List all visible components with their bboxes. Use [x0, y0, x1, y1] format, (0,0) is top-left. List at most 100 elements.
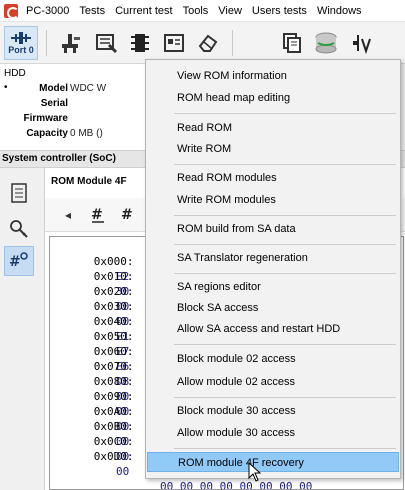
port-label: Port 0	[8, 45, 34, 55]
power-button[interactable]	[56, 28, 84, 58]
menu-block-sa-access[interactable]: Block SA access	[146, 298, 400, 318]
capacity-label: Capacity	[26, 128, 68, 139]
mouse-pointer-icon	[248, 462, 262, 482]
hex-row: 0x040: E1	[54, 299, 134, 343]
menu-sa-regions-editor[interactable]: SA regions editor	[146, 277, 400, 297]
menu-separator	[174, 215, 396, 216]
copy-button[interactable]	[278, 28, 306, 58]
menu-windows[interactable]: Windows	[312, 0, 367, 22]
modules-icon: #	[9, 252, 28, 270]
soc-label: System controller (SoC)	[2, 153, 116, 164]
menu-current-test[interactable]: Current test	[110, 0, 177, 22]
menu-pc3000[interactable]: PC-3000	[21, 0, 74, 22]
toolbar-separator	[46, 30, 47, 56]
hex-bytes-tail[interactable]: 00 00 00 00 00 00 00 00	[160, 479, 312, 489]
hex-row: 0x0A0: 00	[54, 389, 134, 433]
port-button[interactable]: Port 0	[4, 26, 38, 60]
menu-separator	[174, 273, 396, 274]
rom-list-icon	[11, 183, 27, 203]
hex-row: 0x0B0: 00	[54, 404, 134, 448]
hex-address: 0x0D0:	[93, 450, 134, 463]
rom-module-title: ROM Module 4F	[51, 176, 127, 187]
eraser-button[interactable]	[194, 28, 222, 58]
power-plug-icon	[62, 34, 80, 53]
chip-button[interactable]	[126, 28, 154, 58]
menu-separator	[174, 164, 396, 165]
hex-byte[interactable]: 00	[116, 464, 129, 479]
menu-allow-sa-access-restart[interactable]: Allow SA access and restart HDD	[146, 319, 400, 339]
toolbar-separator	[232, 30, 233, 56]
model-label: Model	[39, 83, 68, 94]
menu-users-tests[interactable]: Users tests	[247, 0, 312, 22]
eraser-icon	[198, 34, 218, 52]
menu-view[interactable]: View	[213, 0, 247, 22]
menu-sa-translator-regeneration[interactable]: SA Translator regeneration	[146, 248, 400, 268]
search-button[interactable]	[4, 214, 34, 244]
menu-separator	[174, 344, 396, 345]
model-value: WDC W	[70, 83, 107, 94]
logic-icon	[353, 35, 371, 55]
port-icon	[11, 32, 31, 44]
hex-row: 0x0C0: 00	[54, 419, 134, 463]
hdd-title: HDD	[4, 68, 26, 79]
menu-block-module-02[interactable]: Block module 02 access	[146, 349, 400, 369]
disk-tool-icon	[96, 34, 118, 54]
hash-module-icon[interactable]: #	[87, 204, 109, 226]
hash-icon: #	[91, 207, 104, 223]
hex-row: 0x070: D8	[54, 344, 134, 388]
left-sidebar: #	[0, 168, 44, 490]
menu-read-rom-modules[interactable]: Read ROM modules	[146, 168, 400, 188]
terminal-button[interactable]	[160, 28, 188, 58]
svg-text:#: #	[91, 207, 103, 223]
firmware-label: Firmware	[23, 113, 68, 124]
serial-label: Serial	[40, 98, 68, 109]
menu-allow-module-02[interactable]: Allow module 02 access	[146, 372, 400, 392]
capacity-value: 0 MB ()	[70, 128, 103, 139]
hex-row: 0x000: E2	[54, 239, 134, 283]
chip-icon	[131, 34, 149, 52]
hex-row: 0x030: 00	[54, 284, 134, 328]
menu-write-rom[interactable]: Write ROM	[146, 139, 400, 159]
menu-separator	[174, 113, 396, 114]
hex-row: 0x060: E6	[54, 329, 134, 373]
svg-text:#: #	[121, 207, 133, 223]
app-logo-icon	[4, 3, 19, 19]
menu-view-rom-information[interactable]: View ROM information	[146, 66, 400, 86]
hex-row: 0x010: 30	[54, 254, 134, 298]
menu-rom-module-4f-recovery[interactable]: ROM module 4F recovery	[147, 452, 399, 472]
menu-write-rom-modules[interactable]: Write ROM modules	[146, 190, 400, 210]
hex-row: 0x080: 00	[54, 359, 134, 403]
menu-allow-module-30[interactable]: Allow module 30 access	[146, 423, 400, 443]
rom-view-button[interactable]	[4, 178, 34, 208]
logic-button[interactable]	[348, 28, 376, 58]
menu-separator	[174, 244, 396, 245]
menu-separator	[174, 448, 396, 449]
menu-tools[interactable]: Tools	[178, 0, 214, 22]
hex-row: 0x090: 00	[54, 374, 134, 418]
toolbar: Port 0	[0, 22, 405, 64]
hdd-expand-marker[interactable]: •	[4, 82, 8, 93]
copy-icon	[283, 33, 301, 53]
hex-row: 0x020: 00	[54, 269, 134, 313]
context-menu: View ROM information ROM head map editin…	[145, 59, 401, 479]
terminal-icon	[164, 34, 184, 52]
hash-module-2-icon[interactable]: #	[117, 204, 139, 226]
menu-bar: PC-3000 Tests Current test Tools View Us…	[0, 0, 405, 22]
disk-settings-button[interactable]	[92, 28, 120, 58]
prev-arrow-icon[interactable]: ◂	[57, 204, 79, 226]
search-key-icon	[10, 220, 28, 238]
svg-text:#: #	[9, 254, 21, 270]
menu-separator	[174, 397, 396, 398]
hdd-info-panel: HDD • Model WDC W Serial Firmware Capaci…	[0, 64, 160, 150]
hash-icon: #	[121, 207, 133, 223]
menu-rom-head-map-editing[interactable]: ROM head map editing	[146, 88, 400, 108]
menu-block-module-30[interactable]: Block module 30 access	[146, 401, 400, 421]
menu-rom-build-from-sa-data[interactable]: ROM build from SA data	[146, 219, 400, 239]
menu-tests[interactable]: Tests	[74, 0, 110, 22]
database-button[interactable]	[312, 28, 340, 58]
modules-button[interactable]: #	[4, 246, 34, 276]
hex-row: 0x050: E7	[54, 314, 134, 358]
database-icon	[315, 32, 337, 54]
menu-read-rom[interactable]: Read ROM	[146, 118, 400, 138]
hex-row: 0x0D0: 00 00 00 00 00 00 00 00 00	[54, 434, 313, 489]
